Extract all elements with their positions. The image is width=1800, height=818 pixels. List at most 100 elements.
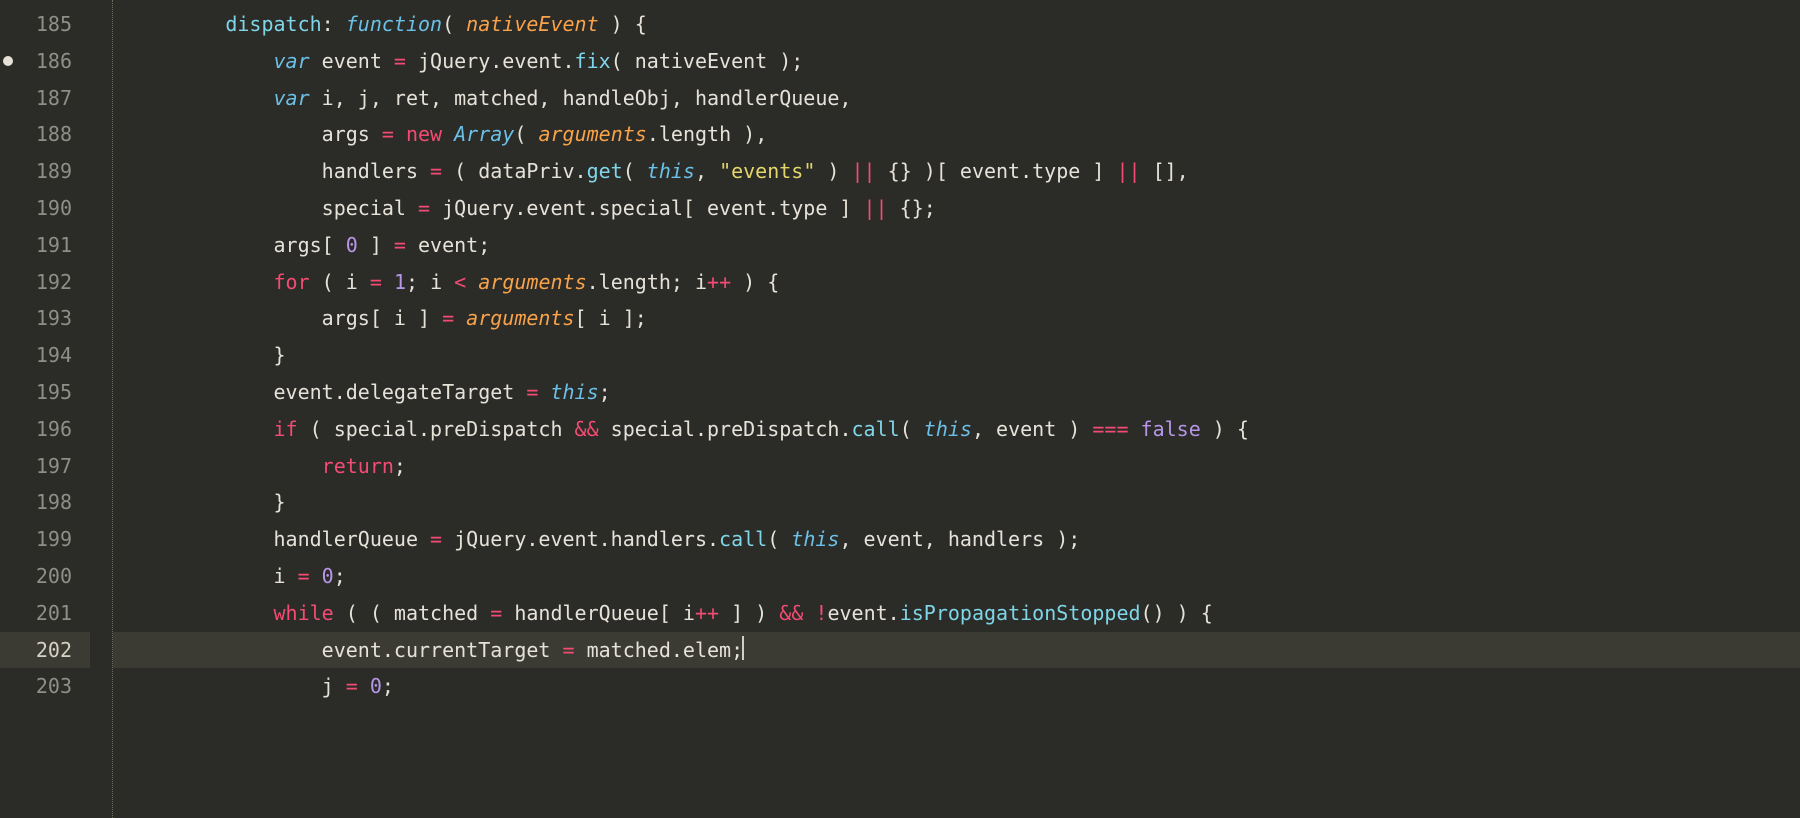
code-editor[interactable]: 1851861871881891901911921931941951961971…: [0, 0, 1800, 818]
code-line[interactable]: args[ 0 ] = event;: [113, 227, 1800, 264]
code-line[interactable]: }: [113, 337, 1800, 374]
code-line[interactable]: handlers = ( dataPriv.get( this, "events…: [113, 153, 1800, 190]
code-token: =: [370, 270, 382, 294]
code-token: this: [791, 527, 839, 551]
code-line[interactable]: handlerQueue = jQuery.event.handlers.cal…: [113, 521, 1800, 558]
code-token: false: [1141, 417, 1201, 441]
code-token: event.currentTarget: [225, 638, 562, 662]
line-number-gutter[interactable]: 1851861871881891901911921931941951961971…: [0, 0, 90, 818]
code-line[interactable]: dispatch: function( nativeEvent ) {: [113, 6, 1800, 43]
code-token: i, j, ret, matched, handleObj, handlerQu…: [310, 86, 852, 110]
code-token: ++: [695, 601, 719, 625]
code-token: [225, 343, 273, 367]
line-number[interactable]: 203: [0, 668, 90, 705]
code-token: ( ( matched: [334, 601, 491, 625]
code-token: call: [852, 417, 900, 441]
modified-dot-icon: [3, 56, 13, 66]
code-line[interactable]: event.currentTarget = matched.elem;: [113, 632, 1800, 669]
line-number[interactable]: 189: [0, 153, 90, 190]
code-token: {: [1237, 417, 1249, 441]
code-line[interactable]: event.delegateTarget = this;: [113, 374, 1800, 411]
code-token: while: [274, 601, 334, 625]
code-line[interactable]: for ( i = 1; i < arguments.length; i++ )…: [113, 264, 1800, 301]
line-number[interactable]: 197: [0, 448, 90, 485]
code-token: [225, 417, 273, 441]
code-token: () ): [1141, 601, 1201, 625]
code-token: [ i ];: [575, 306, 647, 330]
line-number[interactable]: 192: [0, 264, 90, 301]
code-token: [538, 380, 550, 404]
code-token: [442, 122, 454, 146]
code-token: =: [430, 159, 442, 183]
line-number[interactable]: 202: [0, 632, 90, 669]
line-number[interactable]: 187: [0, 80, 90, 117]
code-token: get: [587, 159, 623, 183]
code-token: [803, 601, 815, 625]
code-token: [225, 86, 273, 110]
code-token: ; i: [406, 270, 454, 294]
line-number[interactable]: 191: [0, 227, 90, 264]
code-token: jQuery.event.handlers.: [442, 527, 719, 551]
code-token: this: [924, 417, 972, 441]
code-token: }: [274, 490, 286, 514]
line-number[interactable]: 186: [0, 43, 90, 80]
code-line[interactable]: args = new Array( arguments.length ),: [113, 116, 1800, 153]
code-token: ||: [864, 196, 888, 220]
code-token: =: [526, 380, 538, 404]
code-token: event.: [827, 601, 899, 625]
code-token: i: [225, 564, 297, 588]
code-token: handlerQueue[ i: [502, 601, 695, 625]
code-line[interactable]: var i, j, ret, matched, handleObj, handl…: [113, 80, 1800, 117]
code-token: =: [382, 122, 394, 146]
code-token: args[: [225, 233, 345, 257]
code-line[interactable]: }: [113, 484, 1800, 521]
line-number[interactable]: 200: [0, 558, 90, 595]
code-line[interactable]: args[ i ] = arguments[ i ];: [113, 300, 1800, 337]
code-token: {: [635, 12, 647, 36]
line-number[interactable]: 193: [0, 300, 90, 337]
code-token: special.preDispatch.: [599, 417, 852, 441]
code-token: =: [298, 564, 310, 588]
code-token: ||: [852, 159, 876, 183]
code-line[interactable]: var event = jQuery.event.fix( nativeEven…: [113, 43, 1800, 80]
code-token: &&: [779, 601, 803, 625]
code-area[interactable]: dispatch: function( nativeEvent ) { var …: [113, 0, 1800, 818]
code-token: {};: [888, 196, 936, 220]
line-number[interactable]: 199: [0, 521, 90, 558]
code-token: =: [442, 306, 454, 330]
line-number[interactable]: 188: [0, 116, 90, 153]
line-number[interactable]: 185: [0, 6, 90, 43]
code-line[interactable]: special = jQuery.event.special[ event.ty…: [113, 190, 1800, 227]
code-token: 0: [322, 564, 334, 588]
code-token: arguments: [538, 122, 646, 146]
code-line[interactable]: j = 0;: [113, 668, 1800, 705]
code-token: [1129, 417, 1141, 441]
line-number[interactable]: 190: [0, 190, 90, 227]
code-token: =: [490, 601, 502, 625]
code-line[interactable]: i = 0;: [113, 558, 1800, 595]
code-token: <: [454, 270, 466, 294]
code-token: ] ): [719, 601, 779, 625]
line-number[interactable]: 201: [0, 595, 90, 632]
code-token: ( special.preDispatch: [298, 417, 575, 441]
code-token: event: [310, 49, 394, 73]
code-token: call: [719, 527, 767, 551]
line-number[interactable]: 198: [0, 484, 90, 521]
code-token: ( dataPriv.: [442, 159, 587, 183]
code-token: [225, 601, 273, 625]
code-line[interactable]: while ( ( matched = handlerQueue[ i++ ] …: [113, 595, 1800, 632]
code-token: ,: [695, 159, 719, 183]
code-token: .length ),: [647, 122, 767, 146]
code-token: args[ i ]: [225, 306, 442, 330]
fold-strip[interactable]: [90, 0, 113, 818]
code-line[interactable]: if ( special.preDispatch && special.preD…: [113, 411, 1800, 448]
code-token: [225, 49, 273, 73]
code-token: ;: [394, 454, 406, 478]
code-token: event;: [406, 233, 490, 257]
line-number[interactable]: 196: [0, 411, 90, 448]
code-token: isPropagationStopped: [900, 601, 1141, 625]
line-number[interactable]: 195: [0, 374, 90, 411]
code-token: .length; i: [587, 270, 707, 294]
line-number[interactable]: 194: [0, 337, 90, 374]
code-line[interactable]: return;: [113, 448, 1800, 485]
